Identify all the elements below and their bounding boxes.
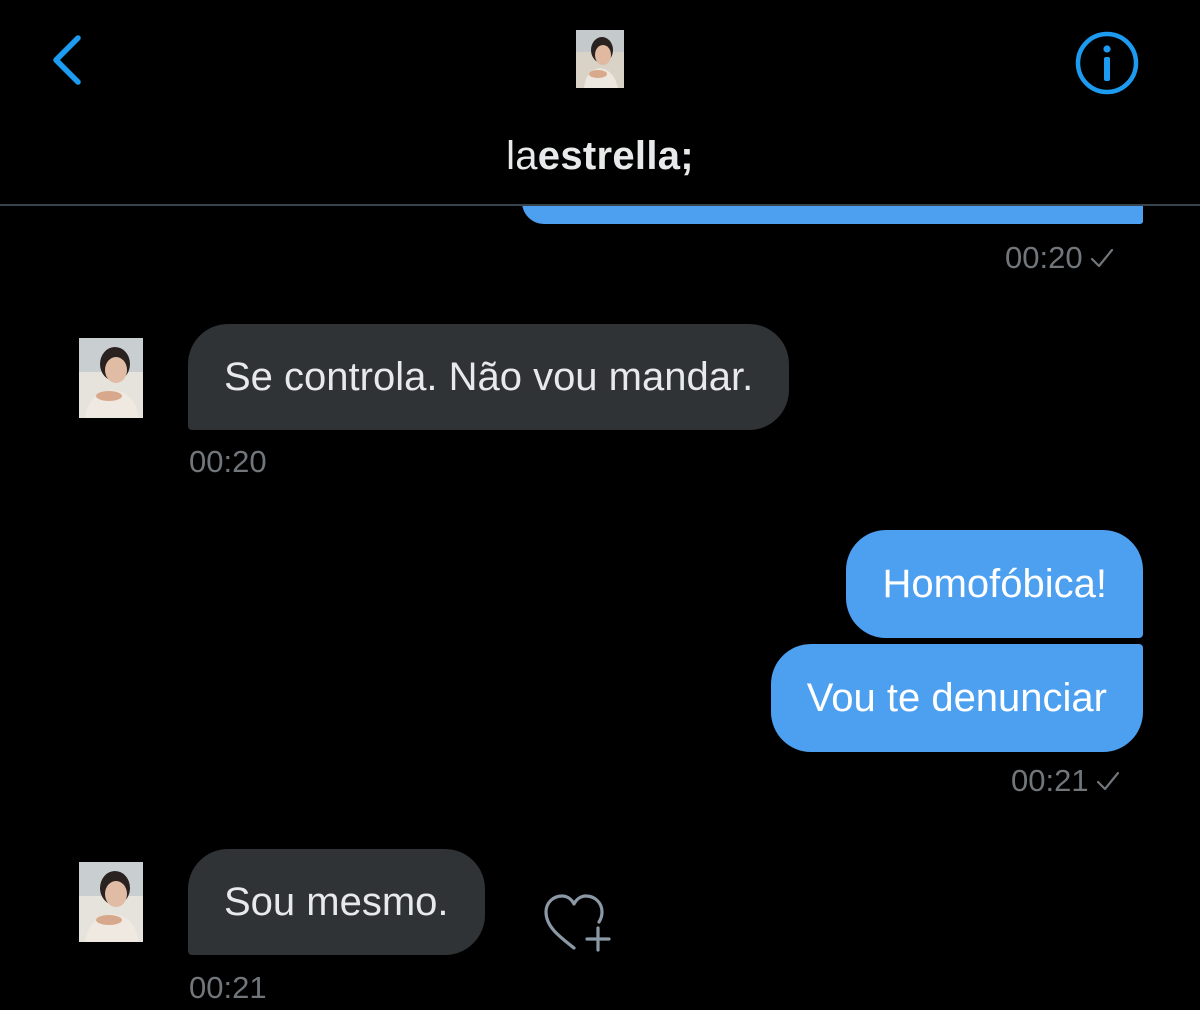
message-time: 00:21 [1011, 763, 1089, 798]
chevron-left-icon [53, 35, 81, 85]
check-icon [1090, 248, 1113, 268]
sender-avatar[interactable] [79, 338, 143, 418]
sender-avatar[interactable] [79, 862, 143, 942]
message-text: Se controla. Não vou mandar. [224, 355, 754, 399]
conversation-header: laestrella; [0, 0, 1200, 206]
message-text: Vou te denunciar [806, 676, 1107, 720]
contact-name-main: estrella; [537, 134, 694, 178]
message-text: Sou mesmo. [224, 880, 449, 924]
heart-plus-icon [544, 894, 611, 952]
check-icon [1096, 771, 1119, 791]
info-button[interactable] [1074, 30, 1140, 96]
react-button[interactable] [540, 890, 616, 960]
outgoing-message-bubble[interactable]: Vou te denunciar [770, 644, 1143, 752]
message-time: 00:21 [189, 970, 267, 1005]
incoming-message-bubble[interactable]: Sou mesmo. [188, 849, 485, 955]
outgoing-message-bubble[interactable]: Homofóbica! [846, 530, 1143, 638]
message-meta: 00:21 [1011, 763, 1121, 799]
contact-name-prefix: la [506, 134, 538, 178]
message-text: Homofóbica! [882, 562, 1107, 606]
message-meta: 00:20 [1005, 240, 1115, 276]
info-icon [1075, 31, 1139, 95]
header-avatar[interactable] [576, 30, 624, 88]
incoming-message-bubble[interactable]: Se controla. Não vou mandar. [188, 324, 790, 430]
message-time: 00:20 [189, 444, 267, 479]
message-list: 00:20 Se controla. Não vou mandar. 00:20… [0, 202, 1200, 1010]
contact-name: laestrella; [0, 134, 1200, 179]
back-button[interactable] [40, 28, 100, 92]
message-time: 00:20 [1005, 240, 1083, 275]
